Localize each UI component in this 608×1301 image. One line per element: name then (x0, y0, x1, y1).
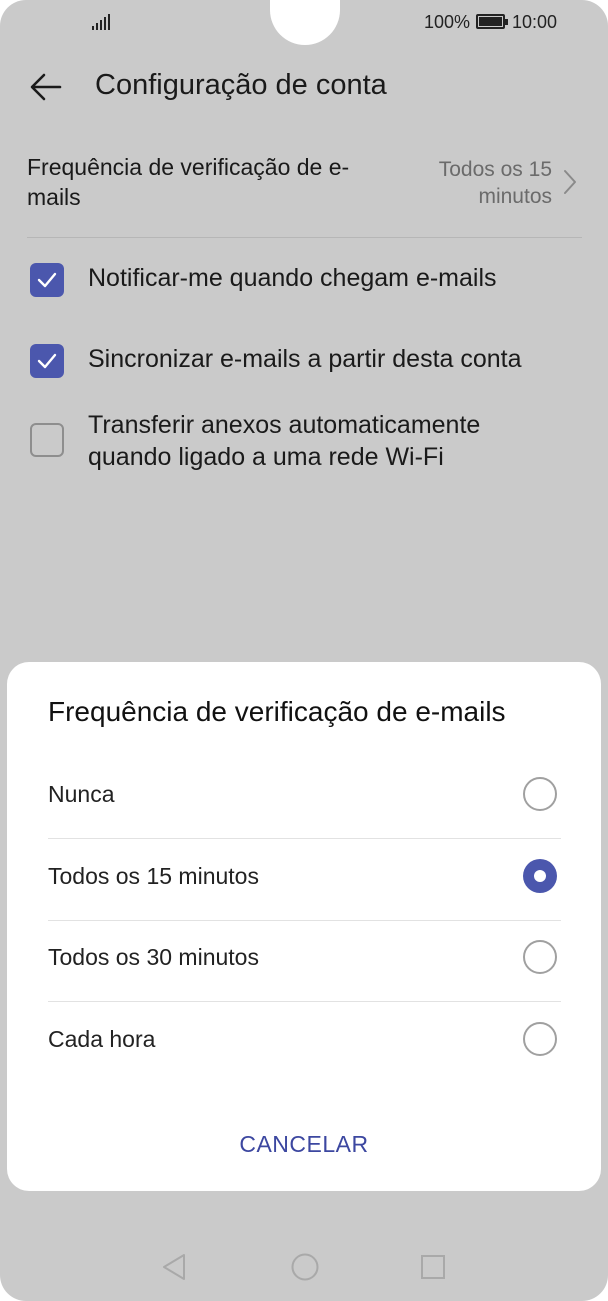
auto-download-attachments-checkbox[interactable] (30, 423, 64, 457)
battery-icon (476, 14, 508, 29)
auto-download-attachments-label: Transferir anexos automaticamente quando… (88, 411, 481, 471)
page-title: Configuração de conta (95, 69, 387, 101)
radio-button-selected[interactable] (523, 859, 557, 893)
nav-recents-icon[interactable] (420, 1254, 446, 1280)
status-time: 10:00 (512, 12, 558, 32)
option-never[interactable]: Nunca (48, 757, 561, 839)
radio-button[interactable] (523, 1022, 557, 1056)
notify-new-emails-option[interactable]: Notificar-me quando chegam e-mails (30, 262, 580, 302)
frequency-dialog: Frequência de verificação de e-mails Nun… (7, 662, 601, 1191)
checkmark-icon (37, 272, 57, 288)
option-label: Todos os 15 minutos (48, 863, 259, 889)
checkmark-icon (37, 353, 57, 369)
dialog-title: Frequência de verificação de e-mails (48, 696, 506, 727)
app-bar: Configuração de conta (0, 55, 608, 119)
chevron-right-icon (564, 170, 576, 194)
notify-new-emails-checkbox[interactable] (30, 263, 64, 297)
sync-emails-checkbox[interactable] (30, 344, 64, 378)
auto-download-attachments-option[interactable]: Transferir anexos automaticamente quando… (30, 409, 580, 475)
frequency-setting-label: Frequência de verificação de e-mails (27, 154, 350, 210)
option-label: Todos os 30 minutos (48, 944, 259, 970)
notify-new-emails-label: Notificar-me quando chegam e-mails (88, 264, 497, 292)
arrow-left-icon[interactable] (28, 69, 64, 105)
status-bar: 100% 10:00 (0, 0, 608, 44)
frequency-setting-value: Todos os 15 minutos (438, 158, 552, 208)
option-label: Cada hora (48, 1026, 156, 1052)
battery-percent: 100% (424, 12, 471, 32)
radio-button[interactable] (523, 777, 557, 811)
option-every-hour[interactable]: Cada hora (48, 1002, 561, 1084)
option-label: Nunca (48, 781, 115, 807)
sync-emails-option[interactable]: Sincronizar e-mails a partir desta conta (30, 343, 580, 383)
phone-screen: 100% 10:00 Configuração de conta Frequên… (0, 0, 608, 1301)
cancel-button[interactable]: CANCELAR (204, 1120, 404, 1168)
frequency-setting-row[interactable]: Frequência de verificação de e-mails Tod… (27, 152, 582, 238)
signal-icon (92, 12, 114, 30)
nav-back-icon[interactable] (160, 1252, 188, 1282)
radio-button[interactable] (523, 940, 557, 974)
nav-home-icon[interactable] (290, 1252, 320, 1282)
option-15-minutes[interactable]: Todos os 15 minutos (48, 839, 561, 921)
navigation-bar (0, 1235, 608, 1295)
sync-emails-label: Sincronizar e-mails a partir desta conta (88, 345, 522, 373)
option-30-minutes[interactable]: Todos os 30 minutos (48, 920, 561, 1002)
